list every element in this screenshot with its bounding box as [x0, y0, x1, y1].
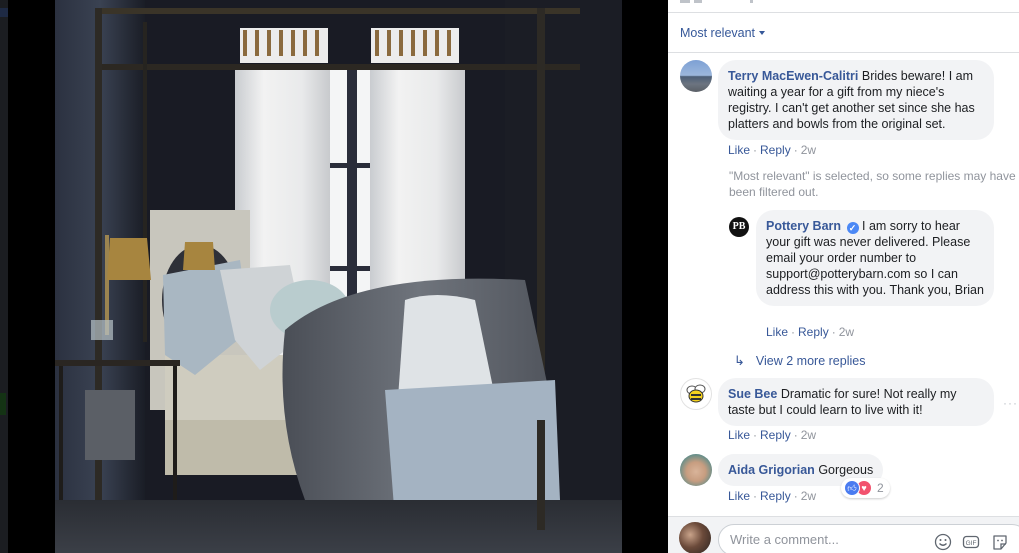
- comment-timestamp[interactable]: 2w: [801, 143, 816, 157]
- pottery-barn-logo: PB: [732, 221, 746, 232]
- comment-input-box[interactable]: GIF: [718, 524, 1019, 553]
- comment-input[interactable]: [730, 532, 920, 547]
- reaction-count: 2: [877, 481, 884, 495]
- like-button[interactable]: Like: [766, 325, 788, 339]
- comment-author[interactable]: Aida Grigorian: [728, 463, 815, 477]
- divider: [668, 52, 1019, 53]
- comment-timestamp[interactable]: 2w: [801, 428, 816, 442]
- truncated-header-text: [680, 0, 850, 4]
- view-more-replies-link[interactable]: ↳ View 2 more replies: [734, 353, 865, 369]
- svg-text:GIF: GIF: [966, 540, 977, 547]
- comment-actions: Like · Reply · 2w: [728, 428, 817, 442]
- comments-panel: Most relevant Terry MacEwen-Calitri Brid…: [668, 0, 1019, 553]
- reply-button[interactable]: Reply: [760, 489, 791, 503]
- like-button[interactable]: Like: [728, 428, 750, 442]
- reply-button[interactable]: Reply: [760, 143, 791, 157]
- comment-author[interactable]: Sue Bee: [728, 387, 777, 401]
- reply-arrow-icon: ↳: [734, 353, 745, 368]
- background-page-element: [0, 393, 6, 415]
- comment-bubble: Terry MacEwen-Calitri Brides beware! I a…: [718, 60, 994, 140]
- reply-button[interactable]: Reply: [798, 325, 829, 339]
- avatar-pottery-barn[interactable]: PB: [729, 217, 749, 237]
- comment-bubble: Sue Bee Dramatic for sure! Not really my…: [718, 378, 994, 426]
- reply-button[interactable]: Reply: [760, 428, 791, 442]
- bee-icon: [686, 384, 706, 403]
- comment-author[interactable]: Terry MacEwen-Calitri: [728, 69, 858, 83]
- reply-timestamp[interactable]: 2w: [839, 325, 854, 339]
- comment-text: Gorgeous: [818, 463, 874, 477]
- like-button[interactable]: Like: [728, 143, 750, 157]
- gif-icon[interactable]: GIF: [962, 533, 980, 551]
- filter-notice: "Most relevant" is selected, so some rep…: [729, 169, 1016, 199]
- verified-badge-icon: ✓: [846, 222, 859, 234]
- reply-author[interactable]: Pottery Barn: [766, 219, 841, 233]
- like-reaction-icon: 👍︎: [844, 480, 860, 496]
- background-page-edge: [0, 0, 8, 553]
- view-more-replies-label: View 2 more replies: [755, 354, 866, 368]
- emoji-icon[interactable]: [934, 533, 952, 551]
- sticker-icon[interactable]: [991, 533, 1009, 551]
- avatar-terry[interactable]: [680, 60, 712, 92]
- background-page-bar: [0, 8, 8, 17]
- comment-timestamp[interactable]: 2w: [801, 489, 816, 503]
- avatar-aida[interactable]: [680, 454, 712, 486]
- comment-composer-area: GIF: [668, 516, 1019, 553]
- comment-actions: Like · Reply · 2w: [728, 489, 817, 503]
- caret-down-icon: [759, 30, 766, 35]
- reply-actions: Like · Reply · 2w: [766, 325, 855, 339]
- sort-label: Most relevant: [680, 26, 756, 40]
- sort-comments-dropdown[interactable]: Most relevant: [680, 26, 766, 40]
- reactions-summary[interactable]: 👍︎ ♥ 2: [841, 478, 890, 498]
- more-options-button[interactable]: ···: [1003, 396, 1018, 410]
- like-button[interactable]: Like: [728, 489, 750, 503]
- post-photo[interactable]: [55, 0, 622, 553]
- divider: [668, 12, 1019, 13]
- comment-actions: Like · Reply · 2w: [728, 143, 817, 157]
- bedroom-photo-illustration: [55, 0, 622, 553]
- reply-bubble: Pottery Barn ✓ I am sorry to hear your g…: [756, 210, 994, 306]
- avatar-sue-bee[interactable]: [680, 378, 712, 410]
- current-user-avatar[interactable]: [679, 522, 711, 553]
